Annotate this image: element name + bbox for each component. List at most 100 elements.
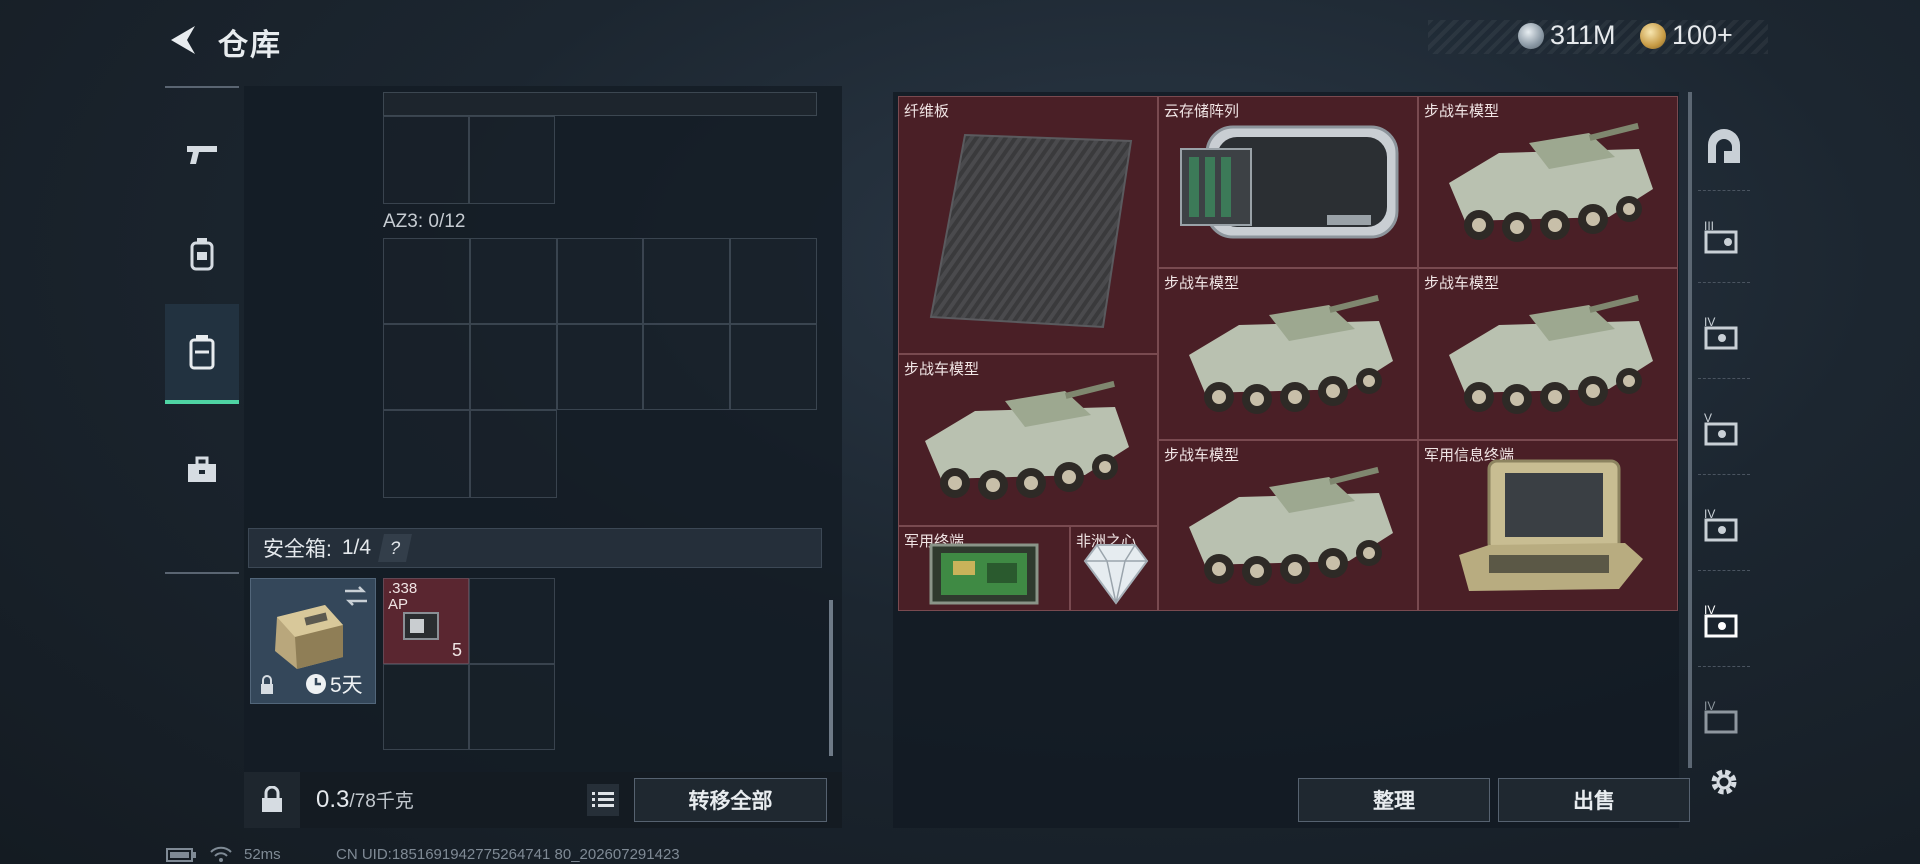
grid-cell[interactable] bbox=[469, 116, 555, 204]
back-arrow-icon[interactable] bbox=[165, 22, 201, 58]
safe-box-header: 安全箱: 1/4 ? bbox=[248, 528, 822, 568]
grid-cell[interactable] bbox=[643, 238, 731, 324]
grid-cell[interactable] bbox=[469, 238, 557, 324]
tab-IV-active[interactable]: IV bbox=[1696, 590, 1752, 650]
stash-scrollbar[interactable] bbox=[1688, 92, 1692, 768]
item-circuit-board[interactable]: 军用终端 bbox=[898, 526, 1070, 611]
wifi-icon bbox=[210, 846, 232, 862]
backpack-grid bbox=[383, 116, 555, 204]
grid-cell[interactable] bbox=[556, 238, 644, 324]
arch-icon bbox=[1708, 129, 1740, 163]
az3-grid-bottom bbox=[383, 410, 557, 498]
tab-separator bbox=[1698, 190, 1750, 191]
circuit-board-icon bbox=[929, 543, 1039, 605]
grid-cell[interactable] bbox=[469, 324, 557, 410]
section-label: AZ3: 0/12 bbox=[383, 211, 466, 232]
clock-icon bbox=[306, 674, 326, 694]
battery-icon bbox=[166, 848, 196, 862]
safe-box-count: 1/4 bbox=[341, 536, 372, 559]
item-diamond[interactable]: 非洲之心 bbox=[1070, 526, 1158, 611]
tab-V[interactable]: V bbox=[1696, 398, 1752, 458]
carbon-plate-icon bbox=[929, 133, 1133, 329]
ping-readout: 52ms bbox=[244, 846, 281, 863]
item-carbon-plate[interactable]: 纤维板 bbox=[898, 96, 1158, 354]
ifv-model-icon bbox=[925, 380, 1129, 500]
help-button[interactable]: ? bbox=[378, 534, 413, 562]
case-timer: 5天 bbox=[330, 674, 363, 697]
tab-separator bbox=[1698, 378, 1750, 379]
locker-tier-v-icon: V bbox=[1704, 411, 1738, 446]
grid-cell[interactable] bbox=[383, 410, 470, 498]
item-ifv-model[interactable]: 步战车模型 bbox=[1158, 268, 1418, 440]
weight-max: /78千克 bbox=[349, 791, 414, 812]
locker-tier-iv-icon: IV bbox=[1704, 315, 1738, 350]
padlock-icon bbox=[262, 786, 282, 812]
grid-cell[interactable] bbox=[730, 324, 817, 410]
transfer-all-button[interactable]: 转移全部 bbox=[634, 778, 827, 822]
az3-grid bbox=[383, 238, 817, 410]
ammo-item[interactable]: .338 AP 5 bbox=[383, 578, 469, 664]
swap-icon[interactable] bbox=[343, 585, 369, 607]
item-military-terminal[interactable]: 军用信息终端 bbox=[1418, 440, 1678, 611]
grid-cell[interactable] bbox=[730, 238, 817, 324]
safe-case-slot[interactable]: 5天 bbox=[250, 578, 376, 704]
inventory-scrollbar[interactable] bbox=[829, 600, 833, 756]
item-ifv-model[interactable]: 步战车模型 bbox=[1418, 96, 1678, 268]
lock-icon bbox=[261, 675, 273, 694]
safe-box-grid: .338 AP 5 bbox=[383, 578, 555, 750]
ifv-model-icon bbox=[1449, 294, 1653, 414]
grid-cell[interactable] bbox=[383, 664, 469, 750]
grid-cell[interactable] bbox=[469, 410, 557, 498]
tab-IV-c[interactable]: IV bbox=[1696, 686, 1752, 746]
grid-cell[interactable] bbox=[643, 324, 731, 410]
ammo-qty: 5 bbox=[451, 640, 462, 660]
locker-tier-iv-active-icon: IV bbox=[1704, 603, 1738, 638]
tab-separator bbox=[1698, 666, 1750, 667]
grid-cell[interactable] bbox=[556, 324, 644, 410]
safe-case-icon bbox=[275, 605, 343, 669]
uid-readout: CN UID:1851691942775264741 80_2026072914… bbox=[336, 846, 680, 863]
category-rail bbox=[165, 86, 239, 574]
sort-button[interactable]: 整理 bbox=[1298, 778, 1490, 822]
item-ifv-model[interactable]: 步战车模型 bbox=[898, 354, 1158, 526]
ammo-box-icon bbox=[403, 612, 439, 640]
locker-tier-iv-icon: IV bbox=[1704, 507, 1738, 542]
tab-III[interactable]: III bbox=[1696, 206, 1752, 266]
item-ifv-model[interactable]: 步战车模型 bbox=[1418, 268, 1678, 440]
tab-arch[interactable] bbox=[1696, 116, 1752, 176]
page-title: 仓库 bbox=[218, 29, 282, 62]
tab-IV-b[interactable]: IV bbox=[1696, 494, 1752, 554]
locker-tier-iii-icon: III bbox=[1704, 219, 1738, 254]
grid-cell[interactable] bbox=[383, 324, 470, 410]
ifv-model-icon bbox=[1189, 294, 1393, 414]
grid-cell[interactable] bbox=[469, 578, 555, 664]
locker-tier-iv-icon: IV bbox=[1704, 699, 1738, 734]
diamond-icon bbox=[1083, 544, 1149, 605]
gold-coin-icon bbox=[1640, 22, 1666, 49]
weight-lock[interactable] bbox=[244, 772, 300, 828]
settings-button[interactable] bbox=[1696, 752, 1752, 812]
tab-IV[interactable]: IV bbox=[1696, 302, 1752, 362]
storage-array-icon bbox=[1180, 125, 1399, 239]
rail-gear[interactable] bbox=[165, 204, 239, 304]
list-view-button[interactable] bbox=[587, 784, 619, 816]
backpack-strip bbox=[383, 92, 817, 116]
item-ifv-model[interactable]: 步战车模型 bbox=[1158, 440, 1418, 611]
rail-supplies[interactable] bbox=[165, 420, 239, 520]
gear-icon bbox=[1711, 769, 1737, 795]
gold-currency[interactable]: 100+ bbox=[1640, 20, 1733, 51]
grid-cell[interactable] bbox=[469, 664, 555, 750]
grid-cell[interactable] bbox=[383, 238, 470, 324]
rail-weapons[interactable] bbox=[165, 104, 239, 204]
rail-storage[interactable] bbox=[165, 304, 239, 404]
weight-readout: 0.3 /78千克 bbox=[316, 786, 414, 814]
silver-coin-icon bbox=[1518, 22, 1544, 49]
ifv-model-icon bbox=[1189, 466, 1393, 586]
item-storage-array[interactable]: 云存储阵列 bbox=[1158, 96, 1418, 268]
stash-grid: 纤维板 云存储阵列 步战车模型 步战车模型 步战车模型 步战车模型 步战车模型 … bbox=[898, 96, 1678, 611]
sell-button[interactable]: 出售 bbox=[1498, 778, 1690, 822]
weight-current: 0.3 bbox=[316, 786, 350, 813]
grid-cell[interactable] bbox=[383, 116, 469, 204]
military-terminal-icon bbox=[1459, 459, 1643, 591]
pistol-icon bbox=[187, 146, 217, 164]
